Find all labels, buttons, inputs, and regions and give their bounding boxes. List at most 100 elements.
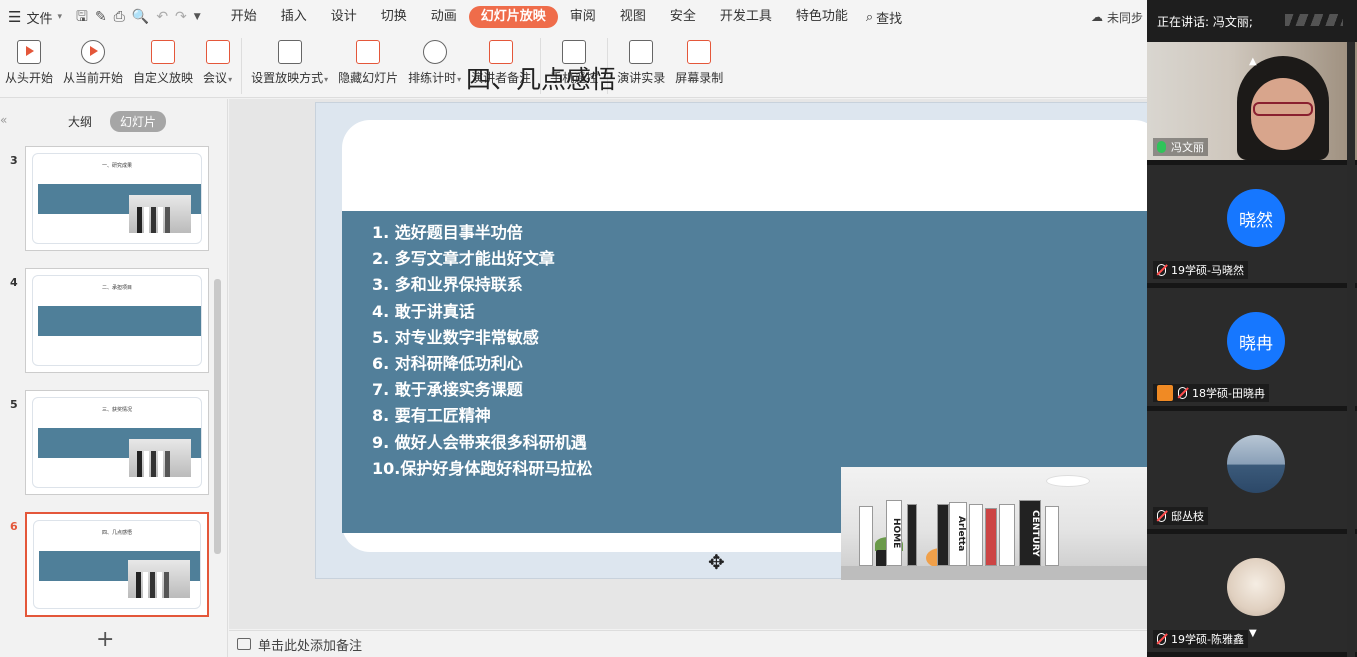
slide-bullet-item: 5. 对专业数字非常敏感 <box>372 327 539 347</box>
ribbon-button-2[interactable]: 自定义放映 <box>128 34 198 86</box>
ribbon-button-label: 会议▾ <box>203 69 232 86</box>
search-box[interactable]: ⌕ 查找 <box>866 8 902 27</box>
search-label: 查找 <box>876 11 903 27</box>
speaking-label: 正在讲话: 冯文丽; <box>1157 14 1253 29</box>
book-spine <box>859 506 873 566</box>
slide-bullet-item: 10.保护好身体跑好科研马拉松 <box>372 458 593 478</box>
slide-thumbnail-3[interactable]: 一、研究成果 <box>25 146 209 251</box>
custom-show-icon <box>151 40 176 64</box>
participant-avatar: 晓然 <box>1227 189 1285 247</box>
book-spine <box>937 504 949 566</box>
ribbon-button-0[interactable]: 从头开始 <box>0 34 58 86</box>
tab-1[interactable]: 插入 <box>269 6 319 28</box>
thumbnail-canvas: 一、研究成果 <box>32 153 202 244</box>
sync-status[interactable]: ☁ 未同步 <box>1091 0 1147 34</box>
thumbnail-canvas: 三、获奖情况 <box>32 397 202 488</box>
ribbon-tabs: 开始 插入 设计 切换 动画 幻灯片放映 审阅 视图 安全 开发工具 特色功能 <box>219 6 860 28</box>
panel-scrollbar[interactable] <box>214 279 221 554</box>
print-icon[interactable]: ⎙ <box>114 10 125 24</box>
slide-panel: « 大纲 幻灯片 3 一、研究成果 4 二、承担项目 5 三、获奖情况 6 四、几点感悟 + <box>0 99 228 657</box>
slide-bullet-item: 7. 敢于承接实务课题 <box>372 380 523 400</box>
microphone-muted-icon <box>1178 387 1187 399</box>
quick-access-toolbar: 🖫 ✎ ⎙ 🔍 ↶ ↷ ▼ <box>76 10 201 24</box>
add-slide-button[interactable]: + <box>96 627 114 652</box>
undo-icon[interactable]: ↶ <box>156 10 168 24</box>
tab-4[interactable]: 动画 <box>419 6 469 28</box>
thumbnail-title: 一、研究成果 <box>101 163 132 169</box>
book-spine <box>907 504 917 566</box>
tab-3[interactable]: 切换 <box>369 6 419 28</box>
play-from-start-icon <box>17 40 41 64</box>
slide-thumbnail-5[interactable]: 三、获奖情况 <box>25 390 209 495</box>
move-cursor-icon: ✥ <box>708 550 725 574</box>
ribbon-button-text: 从当前开始 <box>63 71 124 85</box>
collapse-panel-icon[interactable]: « <box>0 113 7 127</box>
print-preview-icon[interactable]: 🔍 <box>132 10 149 24</box>
scroll-up-icon[interactable]: ▲ <box>1249 56 1257 67</box>
participant-name: 邸丛枝 <box>1171 510 1204 523</box>
participant-label: 18学硕-田晓冉 <box>1153 384 1269 402</box>
tab-10[interactable]: 特色功能 <box>784 6 860 28</box>
scroll-down-icon[interactable]: ▼ <box>1249 628 1257 639</box>
ribbon-button-1[interactable]: 从当前开始 <box>58 34 128 86</box>
ribbon-button-text: 自定义放映 <box>133 71 194 85</box>
notes-icon <box>237 638 251 650</box>
participant-tile[interactable]: 邸丛枝 <box>1147 411 1357 529</box>
thumbnail-title: 四、几点感悟 <box>101 530 132 536</box>
ribbon-button-text: 会议 <box>203 71 228 85</box>
meeting-video-panel: 正在讲话: 冯文丽; 冯文丽 晓然 19学硕-马晓然 晓冉 18学硕-田晓冉 邸丛枝 19学… <box>1147 0 1357 657</box>
file-menu-label: 文件 <box>26 11 53 27</box>
tab-7[interactable]: 视图 <box>608 6 658 28</box>
lamp-shape <box>1046 475 1090 487</box>
play-from-current-icon <box>81 40 106 64</box>
slide-thumbnail-4[interactable]: 二、承担项目 <box>25 268 209 373</box>
ribbon-button-label: 自定义放映 <box>133 69 193 86</box>
tab-6[interactable]: 审阅 <box>558 6 608 28</box>
ribbon-button-3[interactable]: 会议▾ <box>198 34 237 86</box>
ribbon-button-4[interactable]: 设置放映方式▾ <box>246 34 333 86</box>
participant-tile[interactable]: 晓然 19学硕-马晓然 <box>1147 165 1357 283</box>
thumbnail-photo <box>129 439 191 477</box>
video-scrollbar[interactable] <box>1347 42 1355 657</box>
book-spine <box>1045 506 1059 566</box>
tab-slides[interactable]: 幻灯片 <box>110 111 167 132</box>
tab-2[interactable]: 设计 <box>319 6 369 28</box>
slide-bullet-item: 9. 做好人会带来很多科研机遇 <box>372 432 587 452</box>
desk-surface <box>841 566 1147 580</box>
ribbon-button-text: 从头开始 <box>5 71 54 85</box>
participant-tile[interactable]: 晓冉 18学硕-田晓冉 <box>1147 288 1357 406</box>
slide-bullet-list[interactable]: 1. 选好题目事半功倍 2. 多写文章才能出好文章 3. 多和业界保持联系 4. 敢于… <box>372 220 592 482</box>
file-menu[interactable]: ☰ 文件 ▾ <box>0 0 70 34</box>
tab-5[interactable]: 幻灯片放映 <box>468 6 558 28</box>
book-spine <box>999 504 1015 566</box>
book-spine-century: CENTURY <box>1019 500 1041 566</box>
save-icon[interactable]: 🖫 <box>76 10 88 24</box>
thumbnail-canvas: 二、承担项目 <box>32 275 202 366</box>
notes-placeholder: 单击此处添加备注 <box>258 638 363 654</box>
chevron-down-icon: ▾ <box>324 75 329 84</box>
slide-bullet-item: 6. 对科研降低功利心 <box>372 353 523 373</box>
customize-dropdown-icon[interactable]: ▼ <box>194 10 201 24</box>
book-spine-home: HOME <box>886 500 902 566</box>
thumbnail-title: 二、承担项目 <box>101 285 132 291</box>
notes-bar[interactable]: 单击此处添加备注 <box>229 630 1147 657</box>
hamburger-icon: ☰ <box>8 8 22 26</box>
slide-thumbnail-6[interactable]: 四、几点感悟 <box>25 512 209 617</box>
speaking-indicator: 正在讲话: 冯文丽; <box>1147 0 1357 42</box>
microphone-muted-icon <box>1157 264 1166 276</box>
panel-tabs: 大纲 幻灯片 <box>58 111 167 132</box>
slide-title[interactable]: 四、几点感悟 <box>341 60 741 96</box>
tab-9[interactable]: 开发工具 <box>708 6 784 28</box>
redo-icon[interactable]: ↷ <box>175 10 187 24</box>
thumbnail-photo <box>128 560 190 598</box>
ribbon-button-label: 从当前开始 <box>63 69 123 86</box>
participant-avatar: 晓冉 <box>1227 312 1285 370</box>
format-painter-icon[interactable]: ✎ <box>95 10 107 24</box>
tab-8[interactable]: 安全 <box>658 6 708 28</box>
thumbnail-band <box>38 306 201 336</box>
slide-bullet-item: 2. 多写文章才能出好文章 <box>372 249 555 269</box>
tab-0[interactable]: 开始 <box>219 6 269 28</box>
sync-label: 未同步 <box>1106 10 1143 25</box>
ribbon-button-label: 从头开始 <box>5 69 53 86</box>
tab-outline[interactable]: 大纲 <box>58 111 102 132</box>
